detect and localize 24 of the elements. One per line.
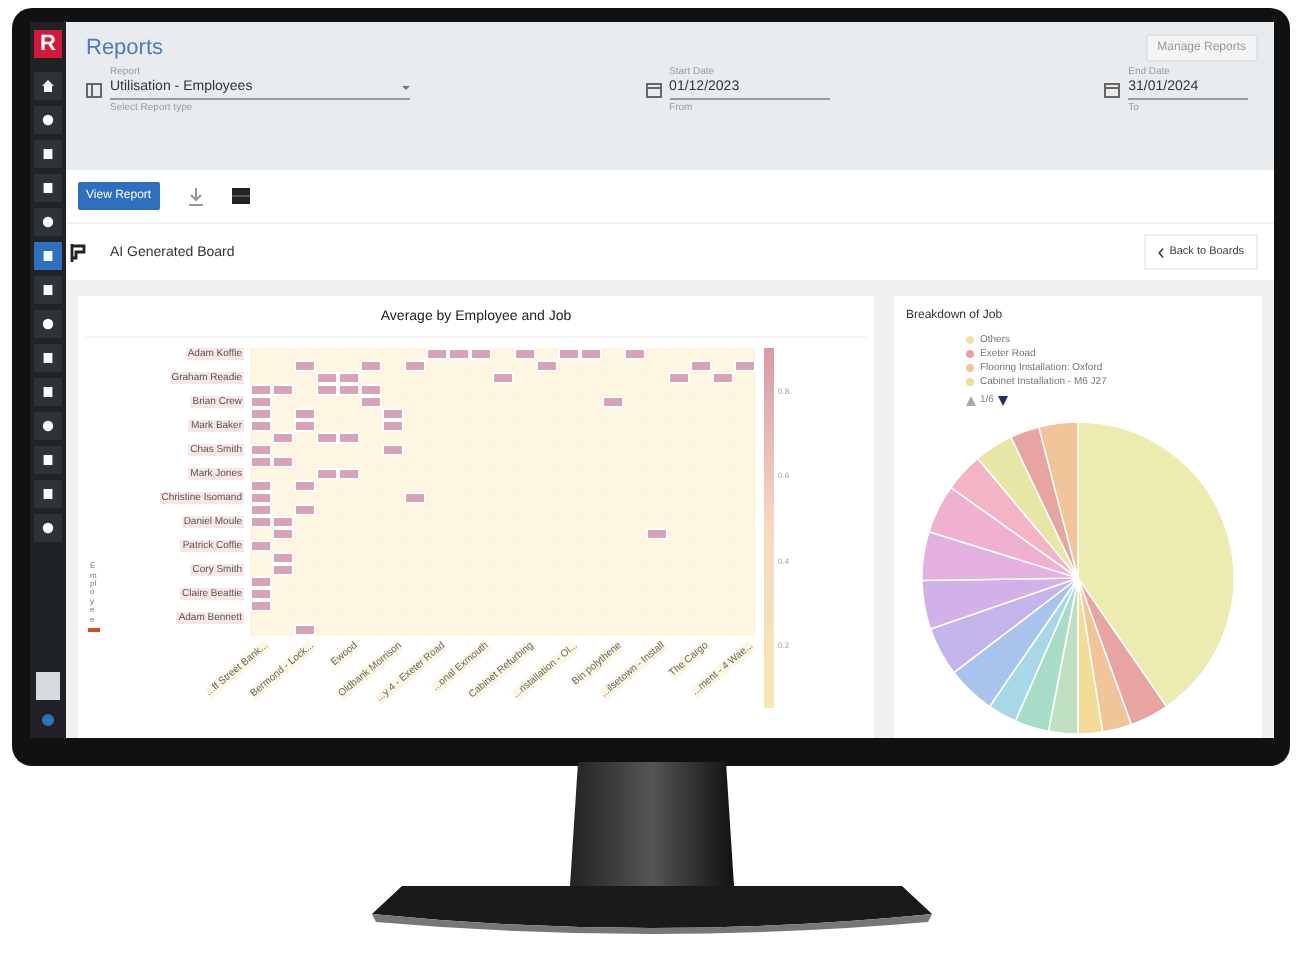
table-icon[interactable] [231, 188, 250, 204]
sidebar-button[interactable] [34, 344, 62, 372]
sidebar-button[interactable] [34, 412, 62, 440]
avatar-placeholder [36, 672, 60, 700]
sidebar-button[interactable] [34, 174, 62, 202]
caret-icon [402, 85, 410, 89]
status-icon [42, 714, 54, 726]
sidebar-button[interactable] [34, 446, 62, 474]
sidebar-button[interactable] [34, 140, 62, 168]
sidebar-button[interactable] [34, 480, 62, 508]
sidebar-button[interactable] [34, 310, 62, 338]
sidebar-button[interactable] [34, 106, 62, 134]
home-icon [42, 80, 54, 92]
sidebar-button[interactable] [34, 72, 62, 100]
page-title: Reports [86, 36, 164, 60]
app-logo: R [34, 30, 62, 58]
down-arrow-icon[interactable] [997, 395, 1008, 405]
board-icon [70, 243, 86, 261]
download-icon[interactable] [187, 187, 204, 205]
sidebar-button[interactable] [34, 208, 62, 236]
chevron-left-icon [1157, 247, 1164, 257]
sidebar-button[interactable] [34, 378, 62, 406]
sidebar-button[interactable] [34, 276, 62, 304]
sidebar-button[interactable] [34, 514, 62, 542]
